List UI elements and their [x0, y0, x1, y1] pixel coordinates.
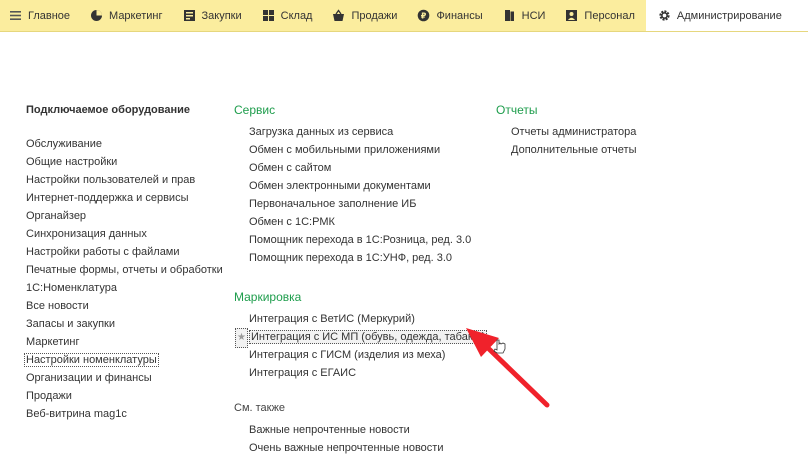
section-heading-see-also: См. также [234, 402, 285, 414]
service-list: Загрузка данных из сервиса Обмен с мобил… [234, 123, 487, 267]
nav-item-data-sync[interactable]: Синхронизация данных [26, 225, 223, 243]
reference-book-icon [503, 9, 516, 22]
link-migration-unf[interactable]: Помощник перехода в 1С:УНФ, ред. 3.0 [234, 249, 487, 267]
tab-label: Маркетинг [109, 9, 163, 22]
left-nav-list: Обслуживание Общие настройки Настройки п… [24, 135, 223, 423]
tab-marketing[interactable]: Маркетинг [81, 0, 173, 31]
marking-list: Интеграция с ВетИС (Меркурий) ★ Интеграц… [234, 310, 488, 382]
link-additional-reports[interactable]: Дополнительные отчеты [496, 141, 636, 159]
hamburger-icon [9, 9, 22, 22]
tab-finance[interactable]: ₽ Финансы [408, 0, 493, 31]
mouse-pointer-icon [493, 339, 506, 354]
see-also-list: Важные непрочтенные новости Очень важные… [234, 421, 487, 457]
svg-text:₽: ₽ [421, 11, 427, 20]
nav-item-sales[interactable]: Продажи [26, 387, 223, 405]
section-heading-marking: Маркировка [234, 290, 302, 304]
tab-label: Финансы [436, 9, 483, 22]
left-navigation: Подключаемое оборудование Обслуживание О… [24, 101, 223, 423]
link-important-unread-news[interactable]: Важные непрочтенные новости [234, 421, 487, 439]
tab-purchases[interactable]: Закупки [174, 0, 253, 31]
reports-list: Отчеты администратора Дополнительные отч… [496, 123, 636, 159]
nav-item-internet-support[interactable]: Интернет-поддержка и сервисы [26, 189, 223, 207]
link-egais-integration[interactable]: Интеграция с ЕГАИС [234, 364, 487, 382]
nav-item-marketing[interactable]: Маркетинг [26, 333, 223, 351]
nav-item-file-settings[interactable]: Настройки работы с файлами [26, 243, 223, 261]
tab-label: НСИ [521, 9, 546, 22]
tab-personnel[interactable]: Персонал [556, 0, 646, 31]
link-gism-integration[interactable]: Интеграция с ГИСМ (изделия из меха) [234, 346, 487, 364]
section-heading-service: Сервис [234, 103, 276, 117]
tab-label: Персонал [584, 9, 635, 22]
link-migration-retail[interactable]: Помощник перехода в 1С:Розница, ред. 3.0 [234, 231, 487, 249]
tab-label: Главное [28, 9, 71, 22]
link-edi-exchange[interactable]: Обмен электронными документами [234, 177, 487, 195]
right-column: Отчеты Отчеты администратора Дополнитель… [496, 101, 636, 159]
tab-sales[interactable]: Продажи [323, 0, 408, 31]
section-bar: Главное Маркетинг Закупки Склад Продажи … [0, 0, 808, 32]
link-load-from-service[interactable]: Загрузка данных из сервиса [234, 123, 487, 141]
favorite-star-icon[interactable]: ★ [235, 328, 248, 348]
nav-item-maintenance[interactable]: Обслуживание [26, 135, 223, 153]
tab-label: Закупки [201, 9, 242, 22]
link-initial-fill[interactable]: Первоначальное заполнение ИБ [234, 195, 487, 213]
sales-basket-icon [332, 9, 345, 22]
link-vetis-integration[interactable]: Интеграция с ВетИС (Меркурий) [234, 310, 487, 328]
tab-label: Склад [280, 9, 313, 22]
link-very-important-unread-news[interactable]: Очень важные непрочтенные новости [234, 439, 487, 457]
nav-item-1c-nomenclature[interactable]: 1С:Номенклатура [26, 279, 223, 297]
tab-label: Продажи [351, 9, 398, 22]
link-ismp-integration[interactable]: ★ Интеграция с ИС МП (обувь, одежда, таб… [234, 328, 488, 348]
link-mobile-apps-exchange[interactable]: Обмен с мобильными приложениями [234, 141, 487, 159]
ruble-coin-icon: ₽ [417, 9, 430, 22]
link-site-exchange[interactable]: Обмен с сайтом [234, 159, 487, 177]
nav-item-general-settings[interactable]: Общие настройки [26, 153, 223, 171]
nav-item-nomenclature-settings[interactable]: Настройки номенклатуры [24, 351, 223, 369]
middle-column: Сервис Загрузка данных из сервиса Обмен … [234, 101, 488, 457]
nav-item-organizations-finance[interactable]: Организации и финансы [26, 369, 223, 387]
section-heading-reports: Отчеты [496, 103, 538, 117]
nav-item-user-settings[interactable]: Настройки пользователей и прав [26, 171, 223, 189]
person-icon [565, 9, 578, 22]
pie-chart-icon [90, 9, 103, 22]
tab-label: Администрирование [676, 9, 782, 22]
nav-item-stock-purchases[interactable]: Запасы и закупки [26, 315, 223, 333]
nav-item-web-storefront[interactable]: Веб-витрина mag1c [26, 405, 223, 423]
link-admin-reports[interactable]: Отчеты администратора [496, 123, 636, 141]
nav-item-all-news[interactable]: Все новости [26, 297, 223, 315]
nav-item-print-forms[interactable]: Печатные формы, отчеты и обработки [26, 261, 223, 279]
tab-warehouse[interactable]: Склад [253, 0, 324, 31]
warehouse-icon [262, 9, 275, 22]
tab-administration[interactable]: Администрирование [645, 0, 808, 31]
nav-item-organizer[interactable]: Органайзер [26, 207, 223, 225]
gear-icon [658, 9, 671, 22]
tab-main[interactable]: Главное [0, 0, 81, 31]
purchases-icon [183, 9, 196, 22]
tab-nsi[interactable]: НСИ [494, 0, 557, 31]
link-rmk-exchange[interactable]: Обмен с 1С:РМК [234, 213, 487, 231]
connected-equipment-link[interactable]: Подключаемое оборудование [26, 101, 223, 119]
